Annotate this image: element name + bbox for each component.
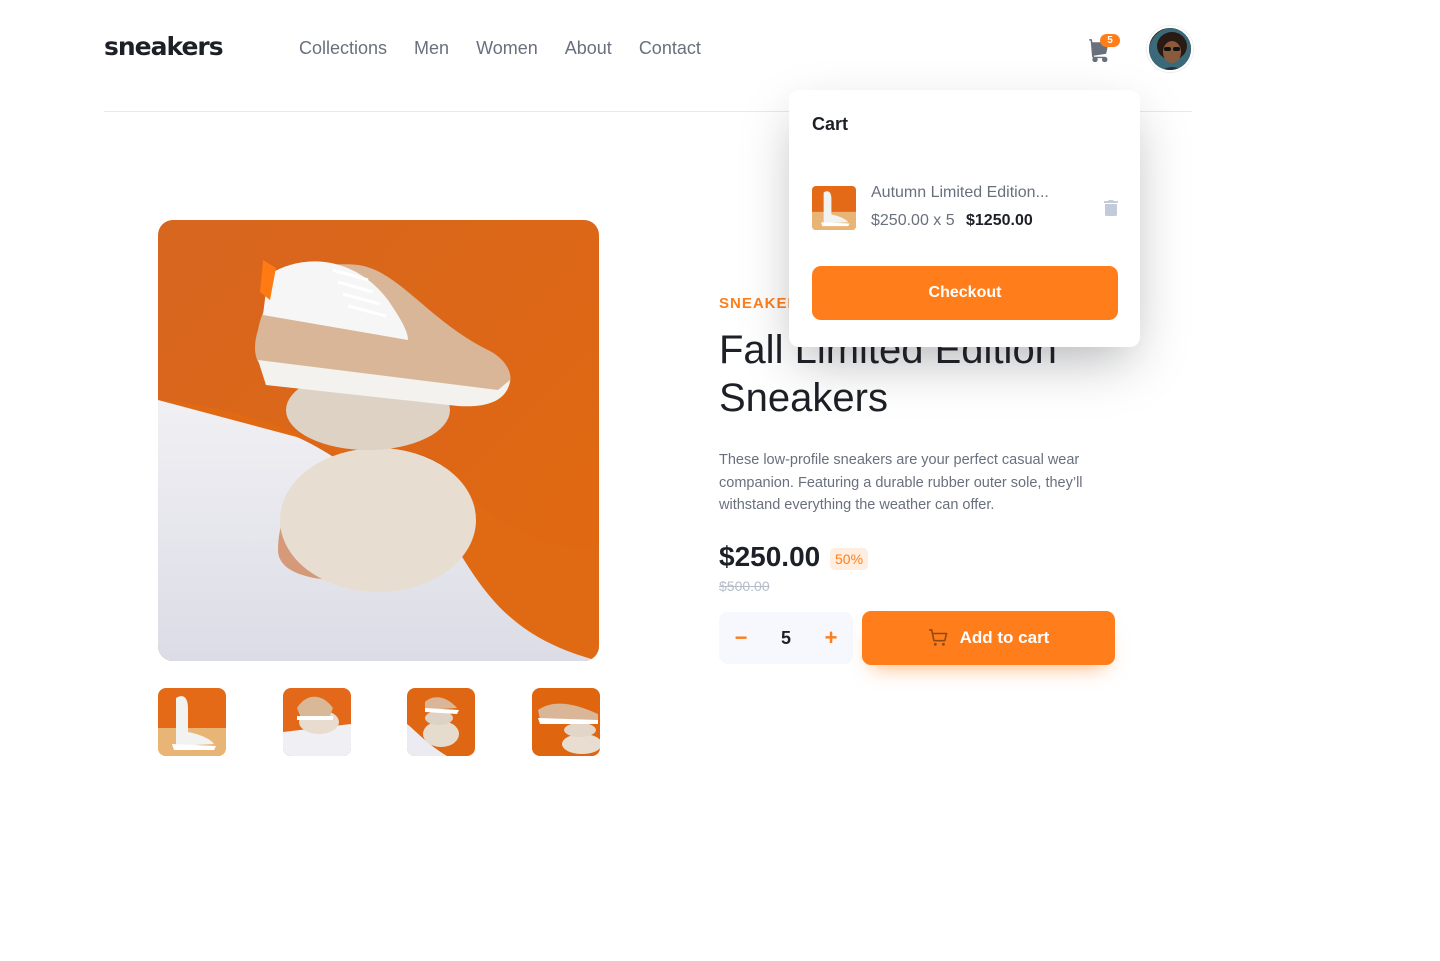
cart-item-name: Autumn Limited Edition... bbox=[871, 184, 1049, 201]
cart-item-image bbox=[812, 186, 856, 230]
thumbnail-4[interactable] bbox=[532, 688, 600, 756]
nav-contact[interactable]: Contact bbox=[639, 38, 701, 59]
thumbnail-3[interactable] bbox=[407, 688, 475, 756]
discount-badge: 50% bbox=[830, 548, 869, 570]
avatar[interactable] bbox=[1147, 26, 1193, 72]
cart-popover: Cart Autumn Limited Edition... $250.00 x… bbox=[789, 90, 1140, 347]
thumbnail-2[interactable] bbox=[283, 688, 351, 756]
quantity-value[interactable]: 5 bbox=[761, 612, 811, 664]
thumbnail-1-image bbox=[158, 688, 226, 756]
nav-about[interactable]: About bbox=[565, 38, 612, 59]
thumbnail-strip bbox=[158, 688, 600, 756]
nav-men[interactable]: Men bbox=[414, 38, 449, 59]
product-main-image[interactable] bbox=[158, 220, 599, 661]
quantity-stepper: − 5 + bbox=[719, 612, 853, 664]
avatar-image bbox=[1149, 28, 1191, 70]
cart-count-badge: 5 bbox=[1100, 34, 1120, 47]
thumbnail-2-image bbox=[283, 688, 351, 756]
cart-item-thumbnail bbox=[812, 186, 856, 230]
thumbnail-3-image bbox=[407, 688, 475, 756]
cart-title: Cart bbox=[812, 114, 849, 134]
quantity-decrease-button[interactable]: − bbox=[721, 612, 761, 664]
thumbnail-1[interactable] bbox=[158, 688, 226, 756]
logo[interactable]: sneakers bbox=[104, 32, 224, 61]
add-to-cart-label: Add to cart bbox=[959, 628, 1050, 647]
cart-item-price-calc: $250.00 x 5 bbox=[871, 212, 955, 229]
sneaker-photo bbox=[158, 220, 599, 661]
delete-icon[interactable] bbox=[1104, 200, 1118, 216]
checkout-button[interactable]: Checkout bbox=[812, 266, 1118, 320]
product-description: These low-profile sneakers are your perf… bbox=[719, 452, 1083, 513]
thumbnail-4-image bbox=[532, 688, 600, 756]
quantity-increase-button[interactable]: + bbox=[811, 612, 851, 664]
original-price: $500.00 bbox=[719, 578, 770, 594]
main-nav: Collections Men Women About Contact bbox=[299, 38, 701, 59]
nav-women[interactable]: Women bbox=[476, 38, 538, 59]
current-price: $250.00 bbox=[719, 541, 821, 572]
cart-icon bbox=[928, 629, 947, 646]
cart-item-total: $1250.00 bbox=[966, 212, 1033, 229]
add-to-cart-button[interactable]: Add to cart bbox=[862, 611, 1115, 665]
nav-collections[interactable]: Collections bbox=[299, 38, 387, 59]
